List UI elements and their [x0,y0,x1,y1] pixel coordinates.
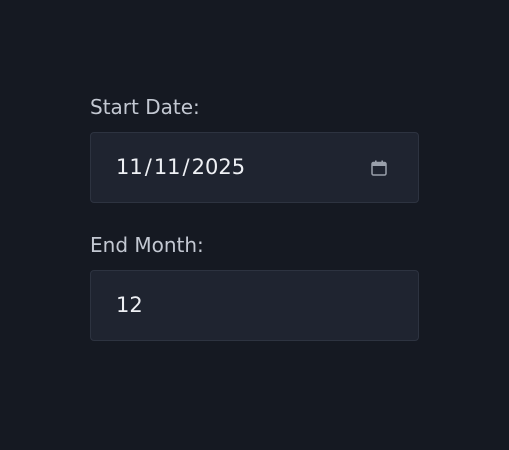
start-date-month[interactable]: 11 [116,133,143,202]
date-separator: / [182,155,190,179]
start-date-value: 11/11/2025 [116,133,245,202]
start-date-input[interactable]: 11/11/2025 [90,132,419,203]
end-month-value: 12 [116,293,143,317]
end-month-group: End Month: 12 [90,232,419,341]
start-date-label: Start Date: [90,95,200,119]
start-date-day[interactable]: 11 [154,133,181,202]
date-range-form: Start Date: 11/11/2025 End Month: 12 [90,94,419,341]
start-date-group: Start Date: 11/11/2025 [90,94,419,203]
end-month-input[interactable]: 12 [90,270,419,341]
calendar-icon[interactable] [370,159,388,177]
end-month-label: End Month: [90,233,204,257]
start-date-year[interactable]: 2025 [192,133,245,202]
date-separator: / [144,155,152,179]
